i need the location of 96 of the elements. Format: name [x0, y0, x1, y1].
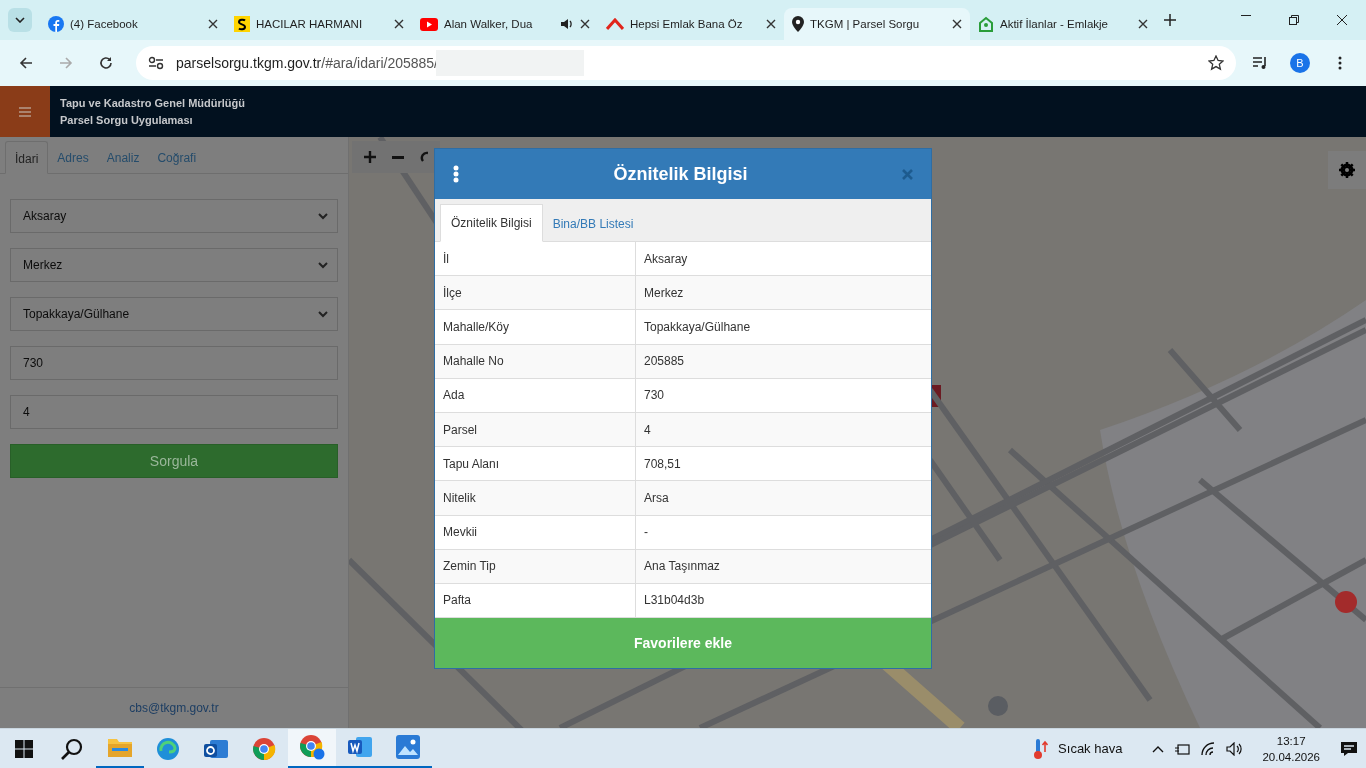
- input-field[interactable]: 730: [10, 346, 338, 380]
- close-icon[interactable]: [394, 19, 404, 29]
- attribute-value: 205885: [635, 344, 931, 378]
- close-icon[interactable]: [766, 19, 776, 29]
- star-icon[interactable]: [1208, 55, 1224, 71]
- mail-app-icon[interactable]: [204, 737, 228, 760]
- chrome-profile-icon[interactable]: [299, 734, 325, 760]
- browser-tab[interactable]: (4) Facebook: [40, 8, 226, 40]
- attribute-label: Parsel: [442, 421, 478, 439]
- s-logo-icon: [234, 16, 250, 32]
- close-icon[interactable]: [208, 19, 218, 29]
- attribute-value: Topakkaya/Gülhane: [635, 310, 931, 344]
- attribute-label: Ada: [442, 387, 466, 405]
- attribute-value: Aksaray: [635, 242, 931, 276]
- attribute-value: Arsa: [635, 481, 931, 515]
- dropdown[interactable]: Aksaray: [10, 199, 338, 233]
- modal-title: Öznitelik Bilgisi: [612, 163, 749, 185]
- dropdown[interactable]: Topakkaya/Gülhane: [10, 297, 338, 331]
- settings-button[interactable]: [1328, 151, 1366, 189]
- site-settings-icon[interactable]: [148, 56, 164, 70]
- f-logo-icon: [48, 16, 64, 32]
- header-title: Tapu ve Kadastro Genel Müdürlüğü: [60, 96, 245, 111]
- attribute-label: Mahalle/Köy: [442, 318, 511, 336]
- url-text: parselsorgu.tkgm.gov.tr/#ara/idari/205885/: [176, 55, 438, 71]
- profile-avatar[interactable]: B: [1290, 53, 1310, 73]
- attribute-label: Mahalle No: [442, 353, 505, 371]
- browser-tab[interactable]: HACILAR HARMANI: [226, 8, 412, 40]
- close-icon[interactable]: [952, 19, 962, 29]
- add-favorites-button[interactable]: Favorilere ekle: [435, 618, 931, 669]
- attribute-label: Tapu Alanı: [442, 455, 501, 473]
- search-icon[interactable]: [61, 737, 83, 760]
- attribute-value: Merkez: [635, 276, 931, 310]
- thermometer-icon: [1034, 737, 1049, 760]
- reload-icon[interactable]: [99, 56, 113, 70]
- attribute-label: İl: [442, 250, 450, 268]
- notification-icon[interactable]: [1340, 740, 1358, 757]
- refresh-icon[interactable]: [420, 150, 428, 164]
- zoom-in-icon[interactable]: [364, 151, 376, 163]
- attribute-label: Zemin Tip: [442, 558, 497, 576]
- chevron-down-icon: [318, 212, 328, 220]
- attribute-value: L31b04d3b: [635, 583, 931, 618]
- browser-tab[interactable]: TKGM | Parsel Sorgu: [784, 8, 970, 40]
- browser-tab[interactable]: Alan Walker, Dua: [412, 8, 598, 40]
- sidebar-tab[interactable]: İdari: [5, 141, 49, 174]
- modal-tab[interactable]: Bina/BB Listesi: [542, 206, 644, 242]
- word-app-icon[interactable]: [348, 736, 372, 758]
- settings-icon: [1339, 162, 1355, 178]
- attribute-label: Pafta: [442, 592, 473, 610]
- more-vertical-icon[interactable]: [1338, 56, 1342, 70]
- swirl-logo-icon[interactable]: [156, 736, 180, 761]
- close-icon[interactable]: [1138, 19, 1148, 29]
- clock-time[interactable]: 13:17: [1262, 732, 1320, 749]
- close-icon[interactable]: [580, 19, 590, 29]
- media-queue-icon[interactable]: [1252, 56, 1268, 70]
- chevron-down-icon: [318, 261, 328, 269]
- zoom-out-icon[interactable]: [392, 155, 404, 159]
- close-icon[interactable]: [1337, 15, 1347, 25]
- attribute-value: 730: [635, 378, 931, 412]
- address-bar[interactable]: parselsorgu.tkgm.gov.tr/#ara/idari/205885/: [136, 46, 1236, 80]
- attribute-label: Mevkii: [442, 524, 478, 542]
- wifi-icon[interactable]: [1200, 741, 1217, 756]
- browser-tab[interactable]: Aktif İlanlar - Emlakje: [970, 8, 1156, 40]
- folder-icon[interactable]: [108, 737, 132, 757]
- modal-tab[interactable]: Öznitelik Bilgisi: [440, 204, 543, 242]
- menu-icon: [19, 106, 31, 117]
- battery-plug-icon[interactable]: [1174, 741, 1191, 756]
- dropdown[interactable]: Merkez: [10, 248, 338, 282]
- weather-text[interactable]: Sıcak hava: [1058, 741, 1123, 756]
- attribute-label: İlçe: [442, 284, 463, 302]
- browser-tab[interactable]: Hepsi Emlak Bana Öz: [598, 8, 784, 40]
- attribute-value: -: [635, 515, 931, 549]
- chrome-logo-icon[interactable]: [252, 736, 276, 761]
- email-link[interactable]: cbs@tkgm.gov.tr: [129, 701, 219, 715]
- attribute-value: Ana Taşınmaz: [635, 549, 931, 583]
- input-field[interactable]: 4: [10, 395, 338, 429]
- tab-search-button[interactable]: [8, 8, 32, 32]
- photos-app-icon[interactable]: [396, 735, 420, 759]
- attribute-value: 4: [635, 412, 931, 447]
- roof-logo-icon: [606, 18, 624, 30]
- chevron-down-icon: [15, 17, 25, 23]
- windows-logo-icon[interactable]: [15, 739, 33, 758]
- clock-date[interactable]: 20.04.2026: [1262, 748, 1320, 765]
- attribute-label: Nitelik: [442, 489, 477, 507]
- header-subtitle: Parsel Sorgu Uygulaması: [60, 113, 194, 128]
- speaker-icon[interactable]: [1226, 741, 1243, 756]
- back-arrow-icon[interactable]: [19, 56, 33, 70]
- restore-icon[interactable]: [1289, 15, 1299, 25]
- map-pin-icon: [792, 16, 804, 32]
- house-icon: [978, 16, 994, 32]
- chevron-up-icon[interactable]: [1152, 744, 1165, 753]
- speaker-icon[interactable]: [560, 18, 574, 30]
- play-logo-icon: [420, 17, 438, 31]
- attribute-value: 708,51: [635, 447, 931, 481]
- chevron-down-icon: [318, 310, 328, 318]
- plus-icon[interactable]: [1164, 14, 1176, 26]
- query-button[interactable]: Sorgula: [10, 444, 338, 478]
